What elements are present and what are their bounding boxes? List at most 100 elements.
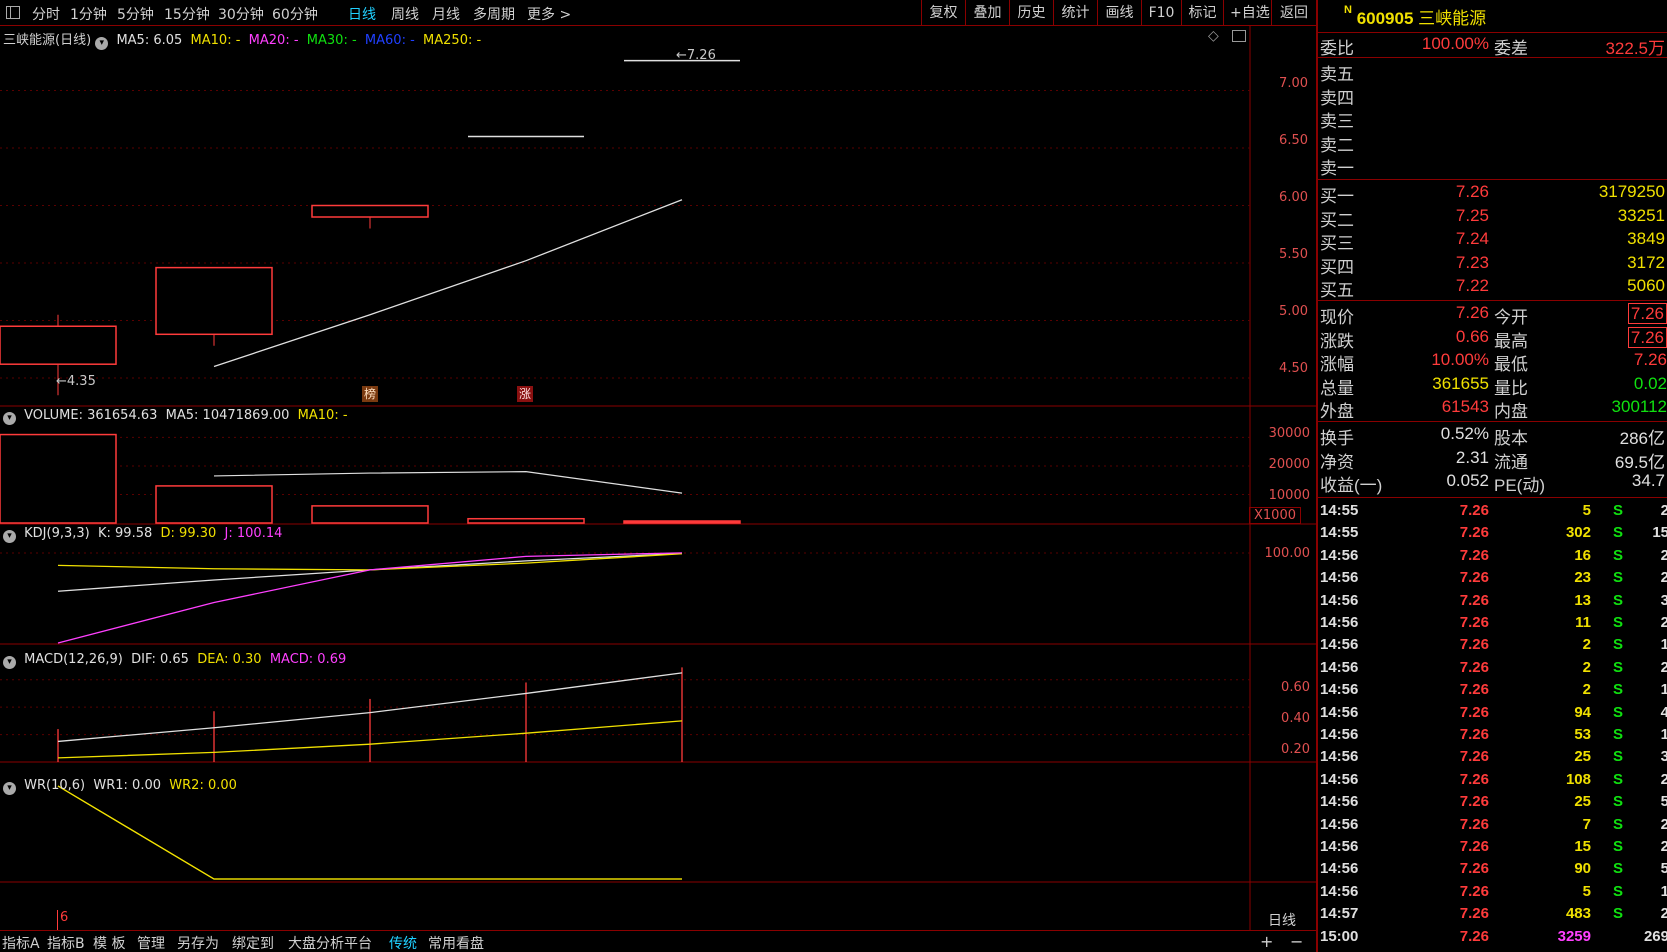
volume-ma10-label: MA10: - [297, 408, 348, 423]
tick-count: 269 [1643, 927, 1667, 945]
limit-up-badge[interactable]: 涨 [517, 386, 533, 402]
chevron-down-icon[interactable]: ▾ [3, 656, 16, 669]
ask-row[interactable]: 卖四 [1318, 84, 1667, 108]
zoom-in-button[interactable]: + [1260, 932, 1273, 951]
tick-price: 7.26 [1459, 927, 1489, 945]
stat-value: 34.7 [1631, 471, 1665, 490]
weicha-value: 322.5万 [1605, 39, 1665, 58]
ask-label: 卖四 [1320, 88, 1354, 108]
tab-bind-to[interactable]: 绑定到 [232, 933, 274, 952]
ask-row[interactable]: 卖一 [1318, 154, 1667, 178]
period-more[interactable]: 更多 > [527, 4, 571, 24]
tab-manage[interactable]: 管理 [137, 933, 165, 952]
period-monthly[interactable]: 月线 [432, 4, 460, 24]
chevron-down-icon[interactable]: ▾ [95, 37, 109, 50]
tab-indicator-b[interactable]: 指标B [47, 933, 85, 952]
tick-time: 14:56 [1320, 793, 1359, 811]
tab-common-view[interactable]: 常用看盘 [428, 933, 484, 952]
tick-volume: 5 [1582, 882, 1591, 900]
tick-price: 7.26 [1459, 748, 1489, 766]
kdj-label: KDJ(9,3,3) [24, 526, 90, 541]
tick-volume: 2 [1582, 636, 1591, 654]
macd-dea-label: DEA: 0.30 [197, 652, 262, 667]
tick-volume: 90 [1574, 860, 1591, 878]
chevron-down-icon[interactable]: ▾ [3, 530, 16, 543]
chevron-down-icon[interactable]: ▾ [3, 782, 16, 795]
weibi-row: 委比 100.00% 委差 322.5万 [1318, 34, 1667, 58]
stat-label: 净资 [1320, 452, 1354, 472]
draw-line-button[interactable]: 画线 [1097, 0, 1141, 26]
mark-button[interactable]: 标记 [1181, 0, 1223, 26]
back-button[interactable]: 返回 [1271, 0, 1316, 26]
tick-count: 3 [1660, 748, 1667, 766]
ask-row[interactable]: 卖二 [1318, 131, 1667, 155]
price-tick: 7.00 [1279, 76, 1308, 91]
top-toolbar: 分时 1分钟 5分钟 15分钟 30分钟 60分钟 日线 周线 月线 多周期 更… [0, 0, 1316, 26]
tick-side: S [1613, 726, 1624, 743]
chevron-down-icon[interactable]: ▾ [3, 412, 16, 425]
period-multi[interactable]: 多周期 [473, 4, 515, 24]
period-weekly[interactable]: 周线 [391, 4, 419, 24]
period-60min[interactable]: 60分钟 [272, 4, 318, 24]
volume-unit: X1000 [1249, 507, 1301, 524]
stat-label: 最高 [1494, 331, 1528, 351]
overlay-button[interactable]: 叠加 [965, 0, 1009, 26]
tick-count: 1 [1660, 882, 1667, 900]
period-1min[interactable]: 1分钟 [70, 4, 107, 24]
ask-row[interactable]: 卖三 [1318, 107, 1667, 131]
period-15min[interactable]: 15分钟 [164, 4, 210, 24]
stock-code: 600905 [1356, 9, 1414, 28]
tick-price: 7.26 [1459, 524, 1489, 542]
bid-row[interactable]: 买二 7.25 33251 [1318, 206, 1667, 230]
new-stock-badge: N [1344, 4, 1352, 16]
window-icon[interactable] [1232, 30, 1246, 42]
price-tick: 6.00 [1279, 190, 1308, 205]
bid-row[interactable]: 买三 7.24 3849 [1318, 229, 1667, 253]
tab-traditional[interactable]: 传统 [389, 933, 417, 952]
tick-time: 15:00 [1320, 927, 1359, 945]
tick-time: 14:55 [1320, 502, 1359, 519]
volume-bar [467, 517, 585, 524]
stats-button[interactable]: 统计 [1053, 0, 1097, 26]
period-fenshi[interactable]: 分时 [32, 4, 60, 24]
volume-label: VOLUME: 361654.63 [24, 408, 158, 423]
panel-toggle-icon[interactable] [6, 6, 20, 19]
wr2-line [57, 785, 682, 880]
add-watchlist-button[interactable]: +自选 [1223, 0, 1271, 26]
chart-area[interactable]: 三峡能源(日线) ▾ MA5: 6.05 MA10: - MA20: - MA3… [0, 26, 1316, 930]
tab-market-analysis[interactable]: 大盘分析平台 [288, 933, 372, 952]
quote-stat-row: 现价 7.26 今开 7.26 [1318, 303, 1667, 327]
bid-row[interactable]: 买一 7.26 3179250 [1318, 182, 1667, 206]
fuquan-button[interactable]: 复权 [921, 0, 965, 26]
period-5min[interactable]: 5分钟 [117, 4, 154, 24]
tab-template[interactable]: 模 板 [93, 933, 125, 952]
zoom-out-button[interactable]: − [1290, 932, 1303, 951]
tick-row: 15:00 7.26 3259 269 [1318, 926, 1667, 948]
tab-save-as[interactable]: 另存为 [177, 933, 219, 952]
tick-price: 7.26 [1459, 681, 1489, 699]
tick-price: 7.26 [1459, 502, 1489, 519]
bid-volume: 3179250 [1598, 182, 1665, 201]
tab-indicator-a[interactable]: 指标A [2, 933, 40, 952]
tick-row: 14:56 7.26 15 S 2 [1318, 836, 1667, 858]
ma250-label: MA250: - [423, 33, 482, 48]
f10-button[interactable]: F10 [1141, 0, 1181, 26]
volume-pane-legend: ▾ VOLUME: 361654.63 MA5: 10471869.00 MA1… [3, 408, 348, 425]
bid-row[interactable]: 买五 7.22 5060 [1318, 276, 1667, 300]
tick-volume: 23 [1574, 569, 1591, 587]
tick-price: 7.26 [1459, 703, 1489, 721]
bid-row[interactable]: 买四 7.23 3172 [1318, 253, 1667, 277]
tick-price: 7.26 [1459, 793, 1489, 811]
diamond-icon[interactable]: ◇ [1208, 28, 1219, 44]
ask-row[interactable]: 卖五 [1318, 60, 1667, 84]
ranking-badge[interactable]: 榜 [362, 386, 378, 402]
period-30min[interactable]: 30分钟 [218, 4, 264, 24]
kdj-j-line [57, 552, 683, 644]
tick-time: 14:56 [1320, 860, 1359, 878]
history-button[interactable]: 历史 [1009, 0, 1053, 26]
tick-price: 7.26 [1459, 860, 1489, 878]
tick-side: S [1613, 793, 1624, 811]
bid-label: 买二 [1320, 210, 1354, 230]
period-daily[interactable]: 日线 [348, 4, 376, 24]
stat-label: 涨幅 [1320, 355, 1354, 374]
